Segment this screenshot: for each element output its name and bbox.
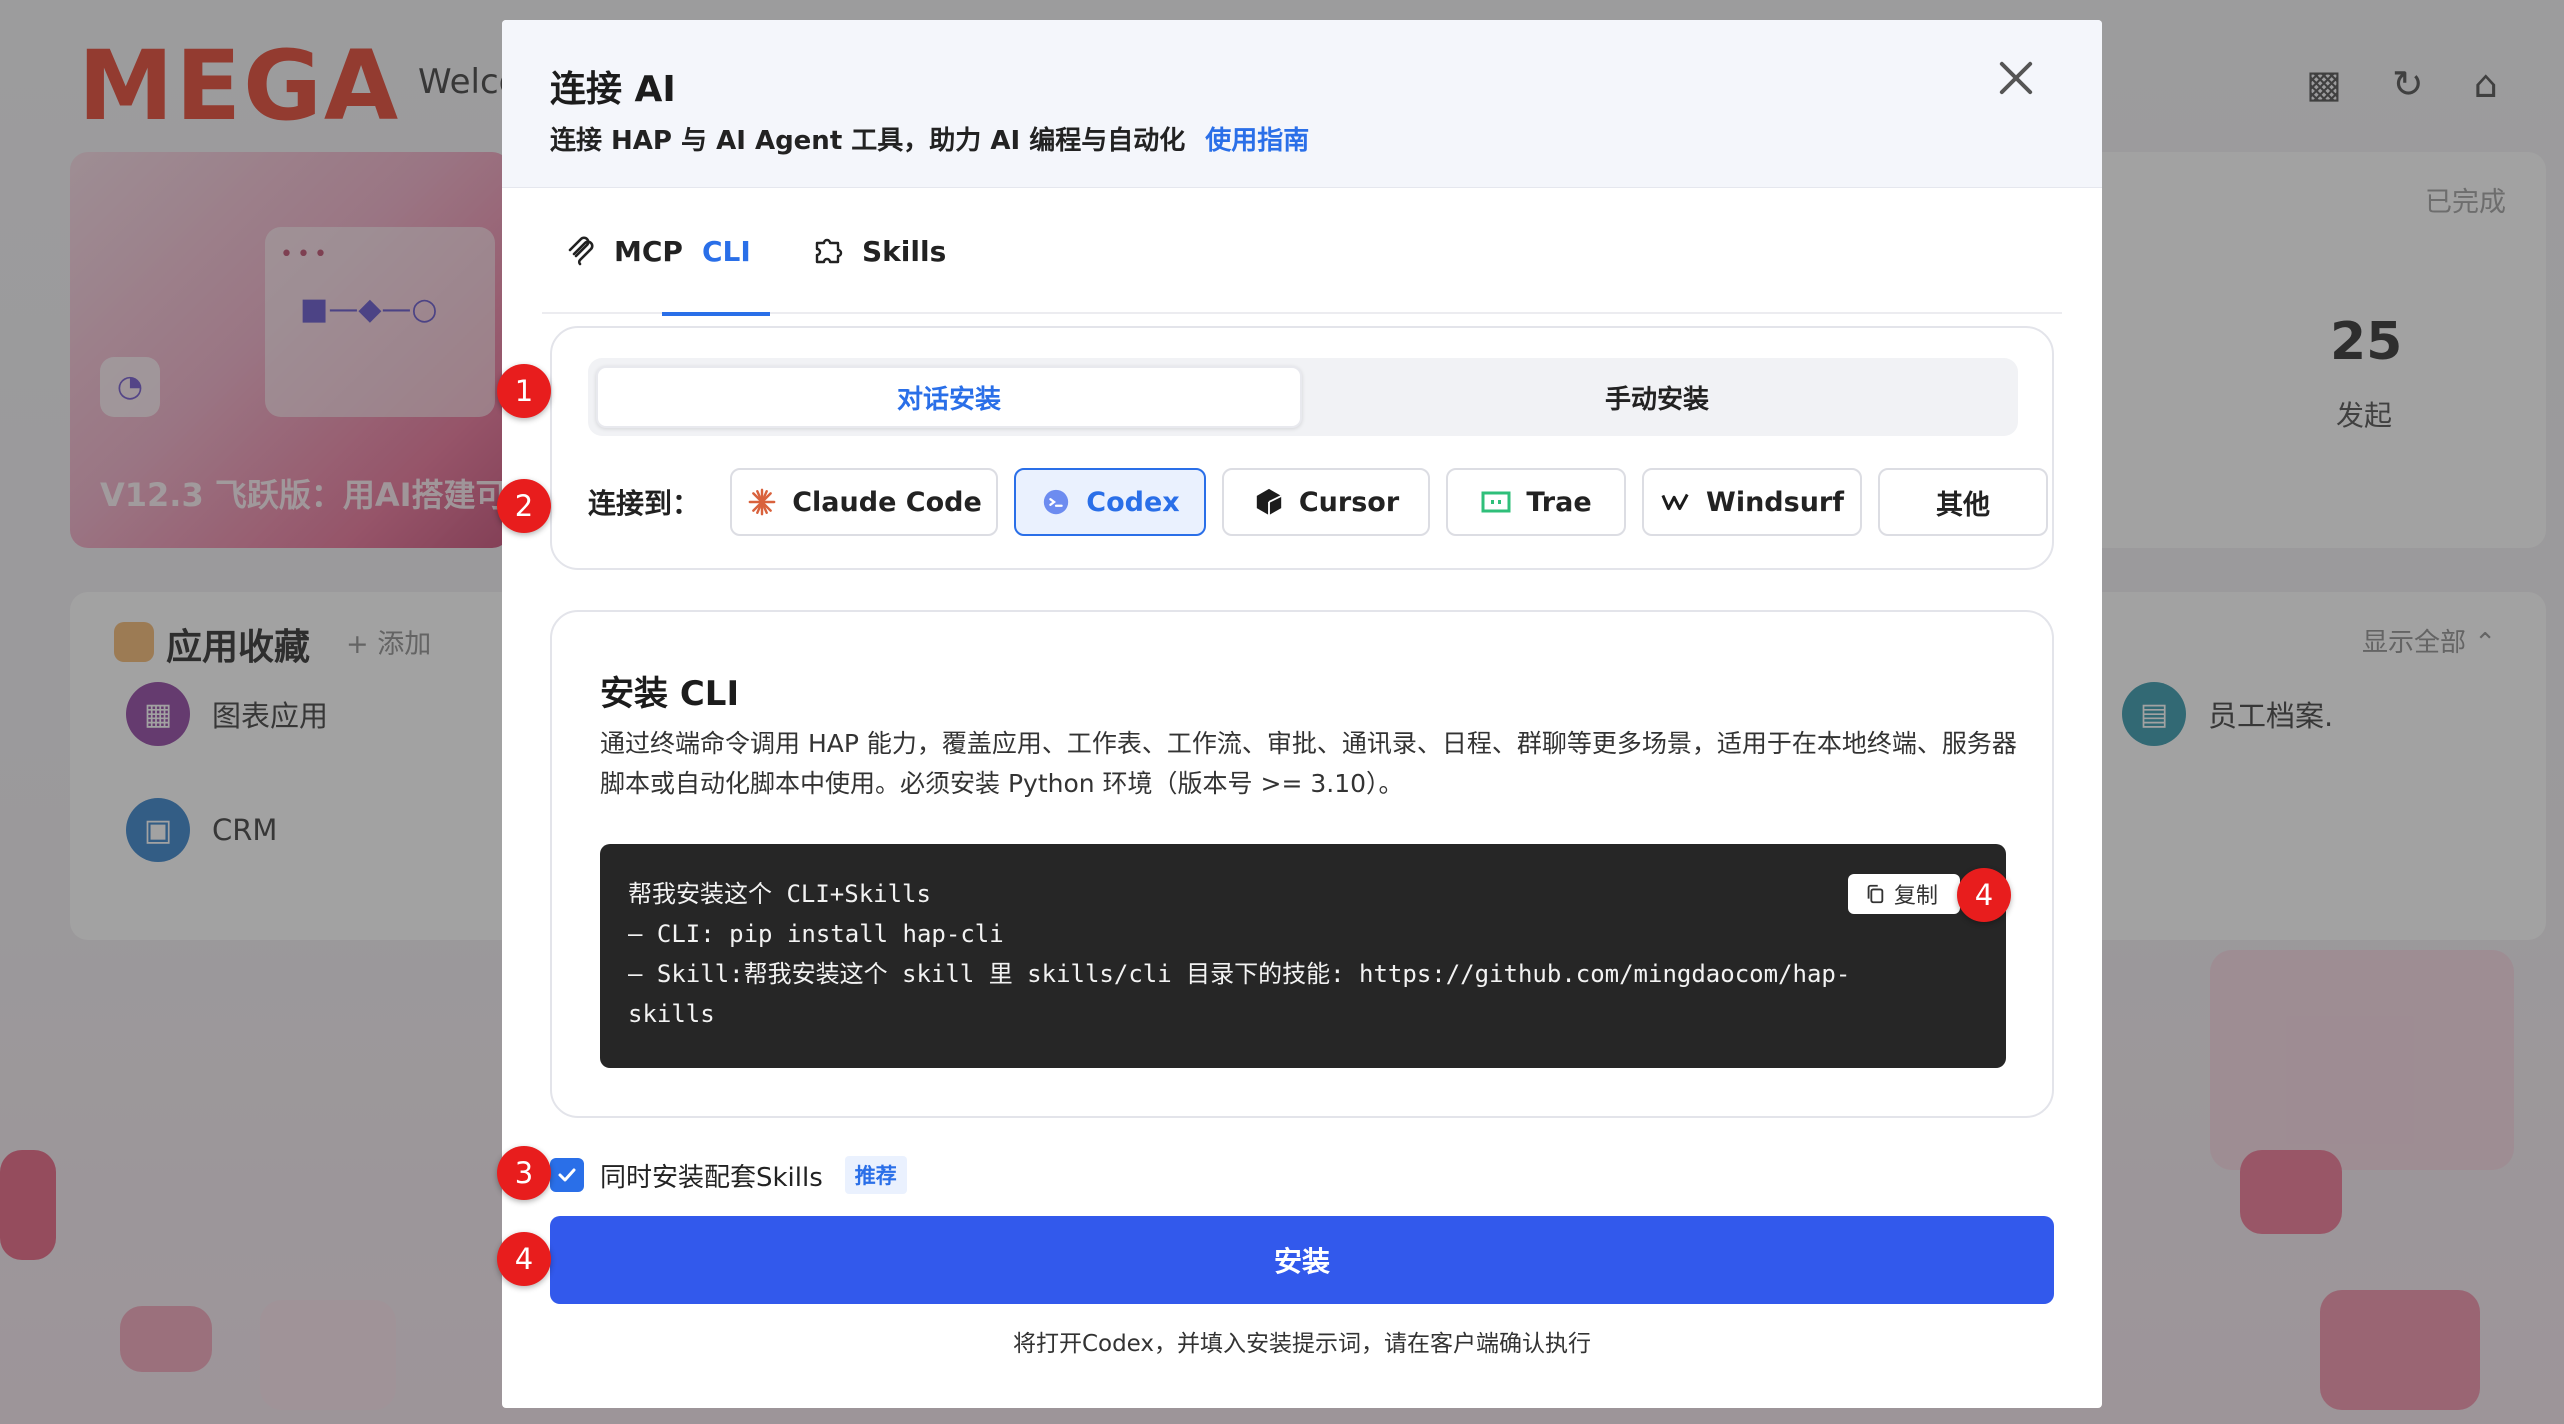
agent-cursor-button[interactable]: Cursor <box>1222 468 1431 536</box>
install-prompt-code-block[interactable]: 帮我安装这个 CLI+Skills — CLI: pip install hap… <box>600 844 2006 1068</box>
code-line: skills <box>628 1000 715 1028</box>
mcp-icon <box>568 236 594 266</box>
agent-trae-button[interactable]: Trae <box>1446 468 1627 536</box>
tab-skills[interactable]: Skills <box>790 188 968 314</box>
close-icon[interactable] <box>1992 54 2040 102</box>
step-badge: 2 <box>497 479 551 533</box>
dialog-title: 连接 AI <box>550 69 676 110</box>
install-mode-switch: 对话安装 手动安装 <box>588 358 2018 436</box>
tab-bar: MCP CLI Skills <box>542 188 2062 316</box>
code-line: — CLI: pip install hap-cli <box>628 920 1004 948</box>
section-description: 通过终端命令调用 HAP 能力，覆盖应用、工作表、工作流、审批、通讯录、日程、群… <box>600 729 2017 798</box>
recommend-badge: 推荐 <box>844 1156 907 1194</box>
install-cli-panel: 安装 CLI 通过终端命令调用 HAP 能力，覆盖应用、工作表、工作流、审批、通… <box>550 610 2054 1118</box>
install-skills-checkbox[interactable] <box>550 1158 584 1192</box>
install-skills-checkbox-row[interactable]: 同时安装配套Skills 推荐 <box>550 1156 907 1194</box>
step-badge: 4 <box>1957 868 2011 922</box>
agent-windsurf-button[interactable]: Windsurf <box>1642 468 1863 536</box>
agent-codex-button[interactable]: Codex <box>1014 468 1207 536</box>
copy-button[interactable]: 复制 <box>1848 874 1960 914</box>
step-badge: 1 <box>497 364 551 418</box>
install-skills-label: 同时安装配套Skills <box>600 1162 823 1193</box>
connect-ai-dialog: 连接 AI 连接 HAP 与 AI Agent 工具，助力 AI 编程与自动化使… <box>502 20 2102 1408</box>
agent-other-button[interactable]: 其他 <box>1878 468 2049 536</box>
connect-to-label: 连接到： <box>588 487 701 520</box>
dialog-header: 连接 AI 连接 HAP 与 AI Agent 工具，助力 AI 编程与自动化使… <box>502 20 2102 188</box>
section-title: 安装 CLI <box>600 674 740 714</box>
puzzle-icon <box>815 238 843 264</box>
dialog-subtitle: 连接 HAP 与 AI Agent 工具，助力 AI 编程与自动化 使用指南 <box>550 126 1310 156</box>
install-options-panel: 对话安装 手动安装 连接到： Claude Code Codex Cursor … <box>550 326 2054 570</box>
copy-icon <box>1867 884 1884 904</box>
step-badge: 3 <box>497 1146 551 1200</box>
cursor-icon <box>1253 486 1285 518</box>
check-icon <box>558 1168 576 1182</box>
codex-icon <box>1040 486 1072 518</box>
claude-icon <box>746 486 778 518</box>
connect-to-row: 连接到： Claude Code Codex Cursor Trae Winds… <box>588 468 2049 536</box>
tab-cli[interactable]: CLI <box>662 188 770 316</box>
agent-claude-code-button[interactable]: Claude Code <box>730 468 999 536</box>
guide-link[interactable]: 使用指南 <box>1205 126 1309 156</box>
trae-icon <box>1480 486 1512 518</box>
code-line: 帮我安装这个 CLI+Skills <box>628 880 931 908</box>
chat-install-option[interactable]: 对话安装 <box>596 366 1302 428</box>
step-badge: 4 <box>497 1232 551 1286</box>
code-line: — Skill:帮我安装这个 skill 里 skills/cli 目录下的技能… <box>628 960 1851 988</box>
windsurf-icon <box>1660 486 1692 518</box>
install-button[interactable]: 安装 <box>550 1216 2054 1304</box>
manual-install-option[interactable]: 手动安装 <box>1304 366 2010 428</box>
install-hint: 将打开Codex，并填入安装提示词，请在客户端确认执行 <box>1012 1331 1592 1357</box>
